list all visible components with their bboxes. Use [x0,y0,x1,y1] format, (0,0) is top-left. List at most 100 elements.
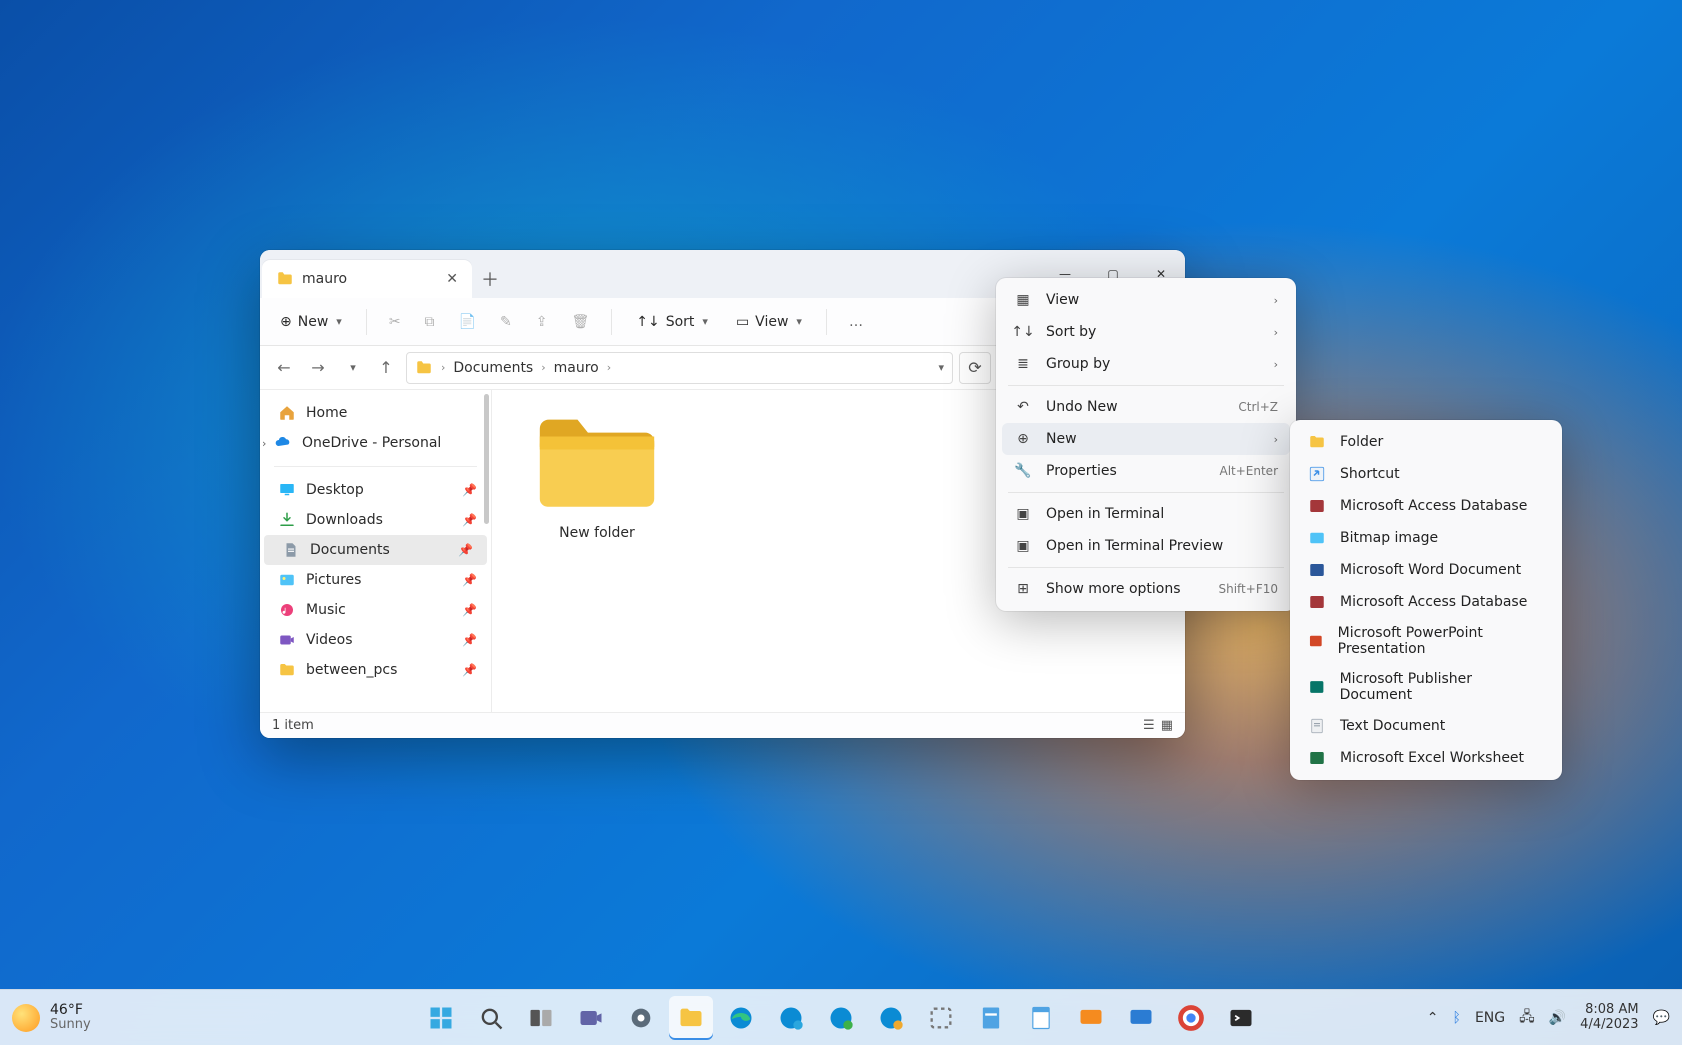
menu-show-more[interactable]: ⊞ Show more options Shift+F10 [1002,573,1290,605]
chevron-right-icon[interactable]: › [262,437,266,450]
condition: Sunny [50,1018,91,1032]
breadcrumb-documents[interactable]: Documents [453,360,533,376]
clock[interactable]: 8:08 AM 4/4/2023 [1580,1003,1638,1033]
edge-canary-app[interactable] [869,996,913,1040]
sidebar-item-pictures[interactable]: Pictures 📌 [260,565,491,595]
submenu-word[interactable]: Microsoft Word Document [1296,554,1556,586]
details-view-button[interactable]: ☰ [1143,718,1155,733]
menu-label: Microsoft Excel Worksheet [1340,750,1524,766]
menu-new[interactable]: ⊕ New › [1002,423,1290,455]
rename-button[interactable]: ✎ [492,308,520,336]
submenu-access-db-2[interactable]: Microsoft Access Database [1296,586,1556,618]
menu-properties[interactable]: 🔧 Properties Alt+Enter [1002,455,1290,487]
volume-icon[interactable]: 🔊 [1549,1010,1566,1026]
icons-view-button[interactable]: ▦ [1161,718,1173,733]
submenu-access-db[interactable]: Microsoft Access Database [1296,490,1556,522]
new-button[interactable]: ⊕ New ▾ [270,308,352,336]
pin-icon[interactable]: 📌 [462,633,477,647]
pin-icon[interactable]: 📌 [462,483,477,497]
edge-dev-app[interactable] [819,996,863,1040]
menu-sort-by[interactable]: ↑↓ Sort by › [1002,316,1290,348]
edge-app[interactable] [719,996,763,1040]
pin-icon[interactable]: 📌 [462,603,477,617]
pin-icon[interactable]: 📌 [462,663,477,677]
pin-icon[interactable]: 📌 [462,513,477,527]
teams-app[interactable] [569,996,613,1040]
task-view-button[interactable] [519,996,563,1040]
menu-group-by[interactable]: ≣ Group by › [1002,348,1290,380]
explorer-app[interactable] [669,996,713,1040]
network-icon[interactable]: 🖧 [1519,1006,1535,1030]
chevron-down-icon: ▾ [796,315,802,328]
submenu-powerpoint[interactable]: Microsoft PowerPoint Presentation [1296,618,1556,664]
search-button[interactable] [469,996,513,1040]
folder-item-new-folder[interactable]: New folder [512,410,682,541]
more-button[interactable]: … [841,308,871,336]
submenu-publisher[interactable]: Microsoft Publisher Document [1296,664,1556,710]
notepad2-app[interactable] [1019,996,1063,1040]
edge-icon [877,1004,905,1032]
delete-button[interactable]: 🗑 [563,308,597,336]
desktop[interactable]: mauro ✕ ＋ — ▢ ✕ ⊕ New ▾ ✂︎ ⧉ 📄 ✎ ⇪ [0,0,1682,1045]
edge-beta-app[interactable] [769,996,813,1040]
new-tab-button[interactable]: ＋ [472,260,508,298]
breadcrumb-mauro[interactable]: mauro [554,360,599,376]
forward-button[interactable]: → [304,354,332,382]
address-bar[interactable]: › Documents › mauro › ▾ [406,352,953,384]
submenu-text[interactable]: Text Document [1296,710,1556,742]
menu-view[interactable]: ▦ View › [1002,284,1290,316]
view-button[interactable]: ▭ View ▾ [726,308,812,336]
paste-button[interactable]: 📄 [451,308,484,336]
notifications-button[interactable]: 💬 [1653,1010,1670,1026]
chevron-down-icon[interactable]: ▾ [938,361,944,374]
menu-open-terminal-preview[interactable]: ▣ Open in Terminal Preview [1002,530,1290,562]
breadcrumb-sep: › [441,361,445,374]
sidebar-item-downloads[interactable]: Downloads 📌 [260,505,491,535]
weather-widget[interactable]: 46°F Sunny [12,1003,91,1033]
sort-button[interactable]: ↑↓ Sort ▾ [626,308,718,336]
sidebar-item-music[interactable]: Music 📌 [260,595,491,625]
tips-app[interactable] [1119,996,1163,1040]
chrome-app[interactable] [1169,996,1213,1040]
terminal-icon: ▣ [1014,505,1032,523]
sidebar-home[interactable]: Home [260,398,491,428]
snip-app[interactable] [919,996,963,1040]
recent-button[interactable]: ▾ [338,354,366,382]
up-button[interactable]: ↑ [372,354,400,382]
tab-close-button[interactable]: ✕ [446,271,458,287]
taskbar-apps [419,996,1263,1040]
tab-mauro[interactable]: mauro ✕ [262,260,472,298]
submenu-excel[interactable]: Microsoft Excel Worksheet [1296,742,1556,774]
terminal-app[interactable] [1219,996,1263,1040]
bluetooth-icon[interactable]: ᛒ [1453,1010,1461,1026]
pin-icon[interactable]: 📌 [462,573,477,587]
submenu-bitmap[interactable]: Bitmap image [1296,522,1556,554]
back-button[interactable]: ← [270,354,298,382]
language-indicator[interactable]: ENG [1475,1010,1505,1026]
sidebar-item-desktop[interactable]: Desktop 📌 [260,475,491,505]
folder-icon [276,270,294,288]
notepad-app[interactable] [969,996,1013,1040]
menu-undo[interactable]: ↶ Undo New Ctrl+Z [1002,391,1290,423]
cut-button[interactable]: ✂︎ [381,308,409,336]
folder-icon [278,661,296,679]
submenu-folder[interactable]: Folder [1296,426,1556,458]
pin-icon[interactable]: 📌 [458,543,473,557]
sidebar-item-between-pcs[interactable]: between_pcs 📌 [260,655,491,685]
share-icon: ⇪ [536,314,548,330]
refresh-button[interactable]: ⟳ [959,352,991,384]
feedback-app[interactable] [1069,996,1113,1040]
sidebar-item-documents[interactable]: Documents 📌 [264,535,487,565]
tray-overflow-button[interactable]: ⌃ [1427,1010,1439,1026]
menu-label: Microsoft Word Document [1340,562,1521,578]
item-count: 1 item [272,718,314,733]
sidebar-item-videos[interactable]: Videos 📌 [260,625,491,655]
share-button[interactable]: ⇪ [528,308,556,336]
submenu-shortcut[interactable]: Shortcut [1296,458,1556,490]
start-button[interactable] [419,996,463,1040]
copy-button[interactable]: ⧉ [417,308,443,336]
sidebar-onedrive[interactable]: › OneDrive - Personal [260,428,491,458]
home-icon [278,404,296,422]
menu-open-terminal[interactable]: ▣ Open in Terminal [1002,498,1290,530]
settings-app[interactable] [619,996,663,1040]
